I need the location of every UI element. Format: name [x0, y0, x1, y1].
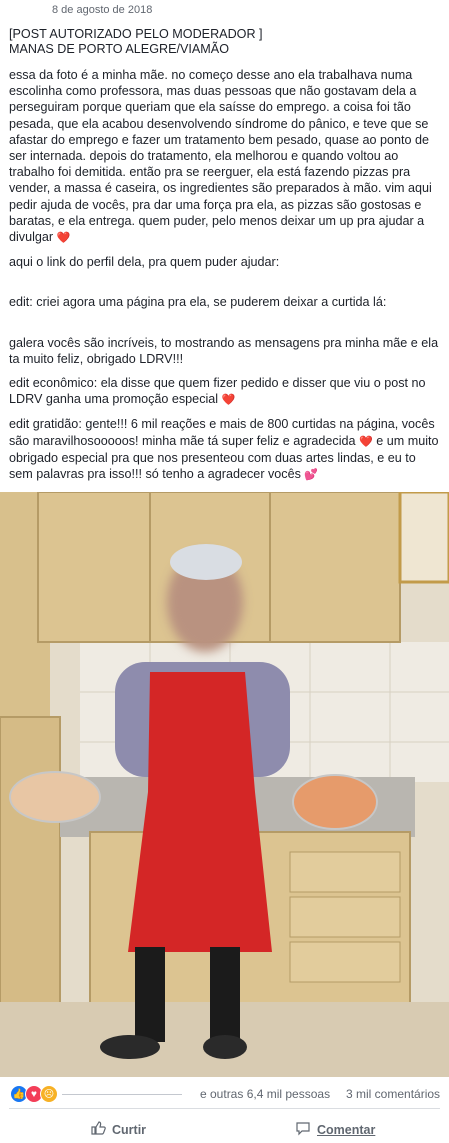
reaction-count[interactable]: e outras 6,4 mil pessoas	[200, 1087, 330, 1101]
post-paragraph: edit: criei agora uma página pra ela, se…	[9, 294, 441, 310]
post-paragraph: essa da foto é a minha mãe. no começo de…	[9, 67, 441, 246]
paragraph-text: aqui o link do perfil dela, pra quem pud…	[9, 255, 280, 270]
photo-image	[0, 492, 449, 1077]
paragraph-text: galera vocês são incríveis, to mostrando…	[9, 335, 439, 366]
post-text: [POST AUTORIZADO PELO MODERADOR ] MANAS …	[9, 27, 441, 491]
comment-count[interactable]: 3 mil comentários	[346, 1087, 440, 1101]
paragraph-text: edit: criei agora uma página pra ela, se…	[9, 295, 387, 310]
thumbs-up-icon	[90, 1120, 106, 1139]
post-header-line1: [POST AUTORIZADO PELO MODERADOR ]	[9, 27, 263, 41]
comment-label: Comentar	[317, 1122, 376, 1137]
post-header-line2: MANAS DE PORTO ALEGRE/VIAMÃO	[9, 42, 229, 56]
post-paragraph: galera vocês são incríveis, to mostrando…	[9, 335, 441, 367]
like-button[interactable]: Curtir	[90, 1120, 146, 1139]
comment-icon	[295, 1120, 311, 1139]
reactions-bar[interactable]: 👍 ♥ ☹ e outras 6,4 mil pessoas 3 mil com…	[0, 1082, 449, 1108]
sad-icon: ☹	[40, 1085, 58, 1103]
comment-button[interactable]: Comentar	[295, 1120, 375, 1139]
names-placeholder	[62, 1094, 182, 1095]
post-paragraph: edit gratidão: gente!!! 6 mil reações e …	[9, 416, 441, 483]
divider	[9, 1108, 440, 1109]
two-hearts-icon: 💕	[304, 469, 319, 482]
post-paragraph: edit econômico: ela disse que quem fizer…	[9, 375, 441, 408]
heart-icon: ❤️	[56, 232, 71, 245]
post-paragraph: aqui o link do perfil dela, pra quem pud…	[9, 254, 441, 270]
paragraph-text: edit econômico: ela disse que quem fizer…	[9, 376, 426, 407]
paragraph-text: essa da foto é a minha mãe. no começo de…	[9, 68, 432, 245]
post-header: [POST AUTORIZADO PELO MODERADOR ] MANAS …	[9, 27, 441, 57]
facebook-post: 8 de agosto de 2018 [POST AUTORIZADO PEL…	[0, 0, 449, 1143]
post-photo[interactable]	[0, 492, 449, 1077]
heart-icon: ❤️	[359, 435, 373, 448]
post-date[interactable]: 8 de agosto de 2018	[52, 4, 152, 16]
heart-icon: ❤️	[221, 394, 236, 407]
like-label: Curtir	[112, 1122, 147, 1137]
